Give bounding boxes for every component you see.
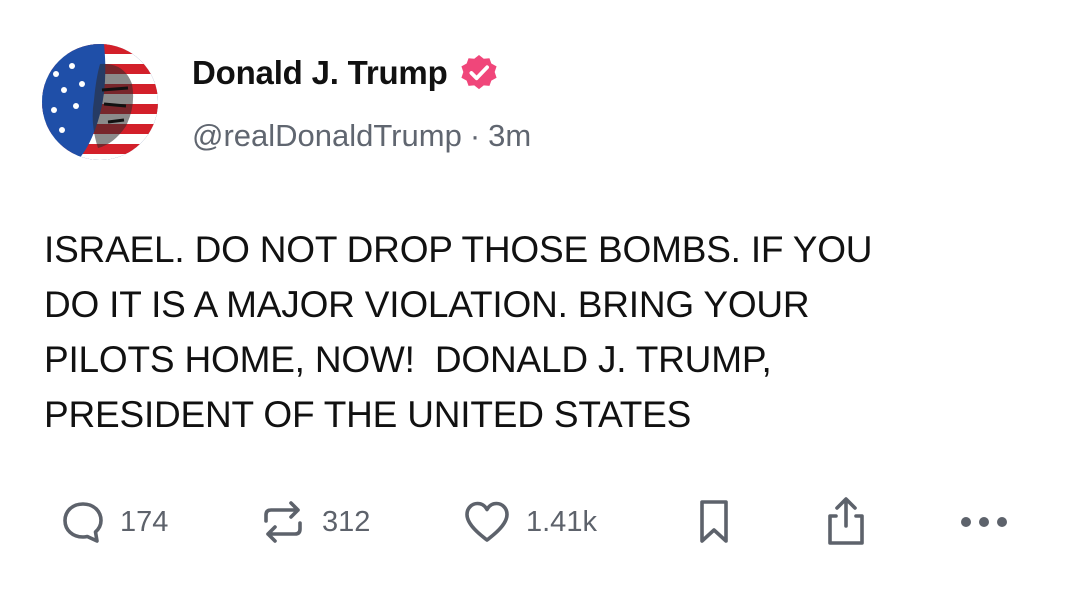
- more-options-button[interactable]: [956, 492, 1012, 552]
- action-bar: 174 312 1.41k: [0, 492, 1071, 552]
- author-meta: @realDonaldTrump · 3m: [192, 118, 531, 154]
- author-row: Donald J. Trump: [192, 50, 498, 96]
- repost-icon: [264, 501, 302, 543]
- author-handle[interactable]: @realDonaldTrump: [192, 118, 462, 154]
- flag-face-avatar: [42, 44, 158, 160]
- repost-button[interactable]: 312: [258, 492, 370, 552]
- share-icon: [828, 497, 864, 545]
- bookmark-button[interactable]: [694, 492, 734, 552]
- verified-badge-icon: [460, 54, 497, 90]
- meta-separator: ·: [469, 118, 481, 153]
- bookmark-icon: [700, 500, 728, 543]
- post-timestamp[interactable]: 3m: [488, 118, 531, 154]
- avatar[interactable]: [42, 44, 158, 160]
- more-icon: [961, 517, 1007, 527]
- post-card: Donald J. Trump @realDonaldTrump · 3m IS…: [0, 0, 1071, 600]
- reply-icon: [63, 502, 103, 543]
- post-text: ISRAEL. DO NOT DROP THOSE BOMBS. IF YOU …: [44, 229, 873, 435]
- like-count: 1.41k: [526, 505, 597, 538]
- share-button[interactable]: [824, 492, 868, 552]
- like-button[interactable]: 1.41k: [462, 492, 597, 552]
- like-icon: [465, 501, 509, 542]
- author-name[interactable]: Donald J. Trump: [192, 54, 448, 92]
- reply-button[interactable]: 174: [60, 492, 168, 552]
- reply-count: 174: [120, 505, 169, 538]
- repost-count: 312: [322, 505, 371, 538]
